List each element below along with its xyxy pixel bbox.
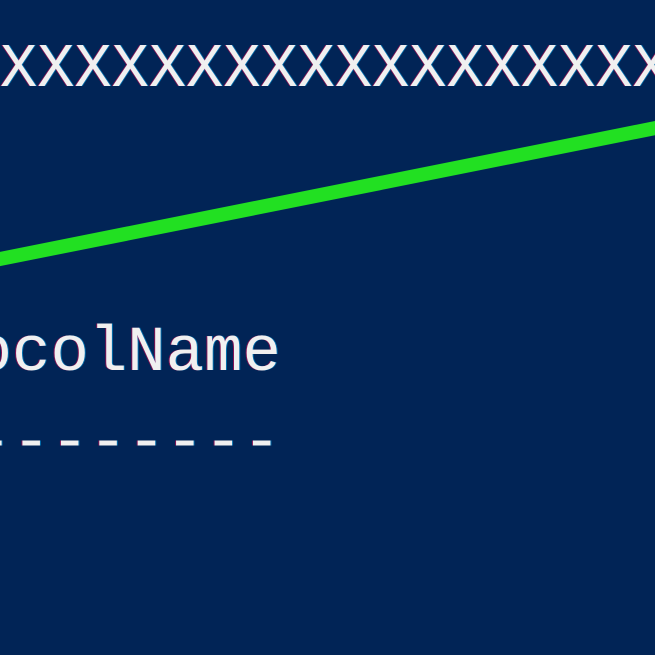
annotation-stroke [0, 113, 655, 272]
powershell-console-snippet: XXXXXXXXXXXXXXXXXXX ProtocolName -------… [0, 0, 655, 655]
masked-output-line: XXXXXXXXXXXXXXXXXXX [0, 34, 655, 105]
column-header-protocolname: ProtocolName [0, 318, 281, 390]
column-header-underline: ------------ [0, 408, 281, 480]
